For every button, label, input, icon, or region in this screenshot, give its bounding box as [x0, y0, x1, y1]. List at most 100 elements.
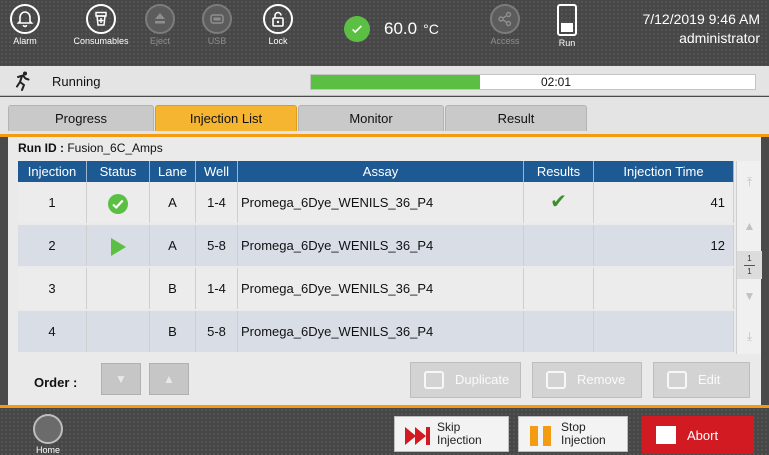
user-name: administrator — [679, 30, 760, 46]
consumables-button[interactable]: Consumables — [69, 4, 133, 46]
run-time: 02:01 — [541, 75, 572, 89]
tab-bar: Progress Injection List Monitor Result — [0, 97, 769, 135]
table-scrollbar[interactable]: ⤒ ▲ 1 1 ▼ ⤓ — [736, 161, 762, 354]
skip-icon — [405, 427, 430, 445]
run-icon — [557, 4, 577, 36]
temperature-unit: °C — [423, 21, 439, 37]
tab-result[interactable]: Result — [445, 105, 587, 131]
scroll-down-icon[interactable]: ▼ — [737, 289, 762, 303]
table-header: Injection Status Lane Well Assay Results… — [18, 161, 734, 182]
cell-well: 1-4 — [196, 182, 238, 223]
cell-status — [87, 182, 150, 223]
move-up-button[interactable]: ▲ — [149, 363, 189, 395]
table-row[interactable]: 4 B 5-8 Promega_6Dye_WENILS_36_P4 — [18, 311, 734, 352]
cell-results — [524, 311, 594, 352]
remove-button[interactable]: Remove — [532, 362, 642, 398]
date-time-display: 7/12/2019 9:46 AM administrator — [642, 10, 760, 48]
cell-injection-time: 41 — [594, 182, 734, 223]
tab-progress[interactable]: Progress — [8, 105, 154, 131]
remove-icon — [546, 371, 566, 389]
consumables-icon — [86, 4, 116, 34]
cell-well: 1-4 — [196, 268, 238, 309]
table-row[interactable]: 1 A 1-4 Promega_6Dye_WENILS_36_P4 ✔ 41 — [18, 182, 734, 223]
order-label: Order : — [34, 375, 78, 390]
tab-injection-list[interactable]: Injection List — [155, 105, 297, 131]
column-header-status[interactable]: Status — [87, 161, 150, 182]
eject-label: Eject — [149, 36, 170, 46]
date-time: 7/12/2019 9:46 AM — [642, 11, 760, 27]
stop-square-icon — [656, 426, 676, 444]
check-circle-icon — [344, 16, 370, 42]
abort-button[interactable]: Abort — [642, 416, 754, 454]
home-icon — [33, 414, 63, 444]
page-indicator: 1 1 — [737, 251, 762, 279]
alarm-button[interactable]: Alarm — [0, 4, 52, 46]
cell-lane: A — [150, 182, 196, 223]
cell-assay: Promega_6Dye_WENILS_36_P4 — [238, 225, 524, 266]
stop-line2: Injection — [561, 433, 606, 447]
run-id: Run ID : Fusion_6C_Amps — [18, 141, 163, 155]
total-pages: 1 — [747, 267, 752, 276]
run-id-value: Fusion_6C_Amps — [67, 141, 163, 155]
cell-injection-time — [594, 268, 734, 309]
alarm-label: Alarm — [13, 36, 37, 46]
cell-status — [87, 268, 150, 309]
run-id-label: Run ID : — [18, 141, 64, 155]
cell-well: 5-8 — [196, 225, 238, 266]
cell-injection-time: 12 — [594, 225, 734, 266]
edit-icon — [667, 371, 687, 389]
table-row[interactable]: 2 A 5-8 Promega_6Dye_WENILS_36_P4 12 — [18, 225, 734, 266]
usb-icon — [202, 4, 232, 34]
lock-button[interactable]: Lock — [251, 4, 305, 46]
tab-monitor[interactable]: Monitor — [298, 105, 444, 131]
table-row[interactable]: 3 B 1-4 Promega_6Dye_WENILS_36_P4 — [18, 268, 734, 309]
home-button[interactable]: Home — [28, 414, 68, 455]
share-icon — [490, 4, 520, 34]
column-header-well[interactable]: Well — [196, 161, 238, 182]
status-running-icon — [110, 237, 126, 256]
cell-well: 5-8 — [196, 311, 238, 352]
scroll-up-icon[interactable]: ▲ — [737, 219, 762, 233]
running-person-icon — [16, 71, 30, 91]
cell-lane: B — [150, 311, 196, 352]
cell-lane: B — [150, 268, 196, 309]
run-progress-bar: 02:01 — [310, 74, 756, 90]
column-header-assay[interactable]: Assay — [238, 161, 524, 182]
arrow-up-icon: ▲ — [163, 372, 175, 386]
stop-injection-button[interactable]: Stop Injection — [518, 416, 628, 452]
abort-label: Abort — [687, 428, 719, 443]
column-header-injection[interactable]: Injection — [18, 161, 87, 182]
eject-button[interactable]: Eject — [133, 4, 187, 46]
cell-injection: 4 — [18, 311, 87, 352]
cell-injection: 1 — [18, 182, 87, 223]
duplicate-icon — [424, 371, 444, 389]
run-button[interactable]: Run — [554, 4, 580, 48]
scroll-top-icon[interactable]: ⤒ — [737, 175, 762, 190]
column-header-results[interactable]: Results — [524, 161, 594, 182]
column-header-injection-time[interactable]: Injection Time — [594, 161, 734, 182]
cell-assay: Promega_6Dye_WENILS_36_P4 — [238, 311, 524, 352]
duplicate-button[interactable]: Duplicate — [410, 362, 521, 398]
usb-button[interactable]: USB — [190, 4, 244, 46]
eject-icon — [145, 4, 175, 34]
lock-label: Lock — [268, 36, 288, 46]
skip-injection-button[interactable]: Skip Injection — [394, 416, 509, 452]
edit-button[interactable]: Edit — [653, 362, 750, 398]
cell-injection: 2 — [18, 225, 87, 266]
cell-results — [524, 268, 594, 309]
move-down-button[interactable]: ▼ — [101, 363, 141, 395]
stop-injection-label: Stop Injection — [561, 421, 606, 447]
run-label: Run — [558, 38, 576, 48]
injection-list-panel: Run ID : Fusion_6C_Amps Injection Status… — [8, 137, 762, 405]
skip-injection-label: Skip Injection — [437, 421, 482, 447]
column-header-lane[interactable]: Lane — [150, 161, 196, 182]
access-button[interactable]: Access — [478, 4, 532, 46]
temperature-value: 60.0 — [384, 19, 418, 38]
edit-label: Edit — [698, 372, 721, 387]
cell-results — [524, 225, 594, 266]
lock-icon — [263, 4, 293, 34]
cell-lane: A — [150, 225, 196, 266]
cell-results: ✔ — [524, 182, 594, 223]
cell-assay: Promega_6Dye_WENILS_36_P4 — [238, 182, 524, 223]
scroll-bottom-icon[interactable]: ⤓ — [737, 329, 762, 344]
